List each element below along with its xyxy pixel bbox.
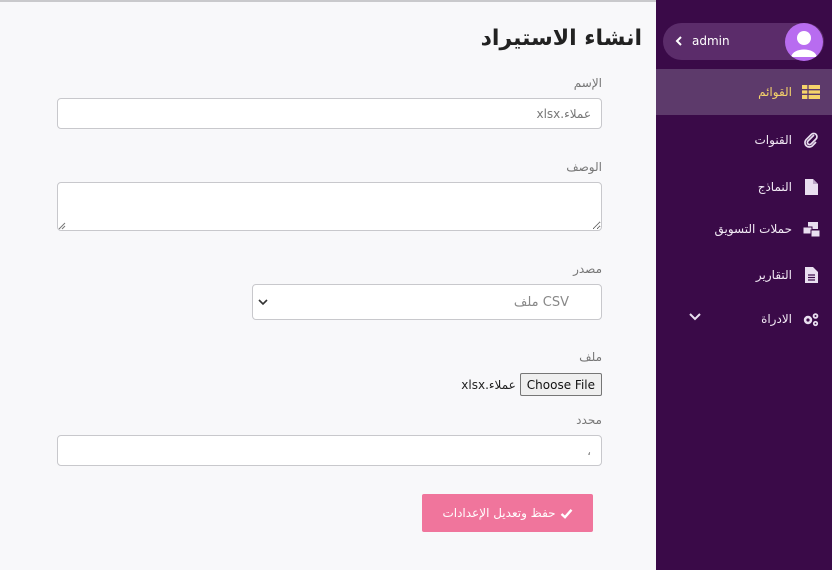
submit-label: حفظ وتعديل الإعدادات <box>442 506 556 520</box>
table-icon <box>802 83 820 101</box>
avatar[interactable] <box>785 23 823 61</box>
main-content: انشاء الاستيراد الإسم الوصف مصدر CSV ملف… <box>0 0 656 570</box>
description-textarea[interactable] <box>57 182 602 231</box>
sidebar-item-management[interactable]: الادراة <box>656 296 832 342</box>
file-name: عملاء.xlsx <box>461 377 516 392</box>
description-label: الوصف <box>566 160 602 174</box>
chevron-down-icon <box>258 299 268 306</box>
cogs-icon <box>802 310 820 328</box>
sidebar-item-label: القنوات <box>754 133 792 147</box>
check-icon <box>560 508 572 519</box>
sidebar-item-forms[interactable]: النماذج <box>656 164 832 210</box>
save-and-edit-settings-button[interactable]: حفظ وتعديل الإعدادات <box>422 494 593 532</box>
file-icon <box>802 178 820 196</box>
file-text-icon <box>802 266 820 284</box>
sidebar-item-campaigns[interactable]: حملات التسويق <box>656 206 832 252</box>
delimiter-input[interactable] <box>57 435 602 466</box>
paperclip-icon <box>802 131 820 149</box>
sidebar-item-label: حملات التسويق <box>714 222 793 236</box>
sidebar-item-label: الادراة <box>761 312 792 326</box>
sidebar-item-label: التقارير <box>755 268 792 282</box>
sidebar-item-channels[interactable]: القنوات <box>656 117 832 163</box>
source-selected-value: CSV ملف <box>513 295 569 310</box>
sidebar-item-reports[interactable]: التقارير <box>656 252 832 298</box>
delimiter-label: محدد <box>576 413 602 427</box>
resize-grip-icon[interactable] <box>58 222 66 230</box>
user-icon <box>791 31 817 57</box>
file-picker: Choose File عملاء.xlsx <box>461 373 602 396</box>
user-name: admin <box>692 34 730 48</box>
sidebar-item-lists[interactable]: القوائم <box>656 69 832 115</box>
source-label: مصدر <box>573 262 602 276</box>
chevron-left-icon <box>675 36 682 46</box>
source-select[interactable]: CSV ملف <box>252 284 602 320</box>
sidebar-item-label: القوائم <box>758 85 792 99</box>
chevron-down-icon <box>689 313 701 321</box>
page-title: انشاء الاستيراد <box>480 26 642 51</box>
name-input[interactable] <box>57 98 602 129</box>
mail-bulk-icon <box>802 220 820 238</box>
sidebar: admin القوائم القنوات النماذج حملات التس… <box>656 0 832 570</box>
name-label: الإسم <box>573 76 602 90</box>
choose-file-button[interactable]: Choose File <box>519 373 602 396</box>
file-label: ملف <box>579 350 602 364</box>
sidebar-item-label: النماذج <box>757 180 792 194</box>
